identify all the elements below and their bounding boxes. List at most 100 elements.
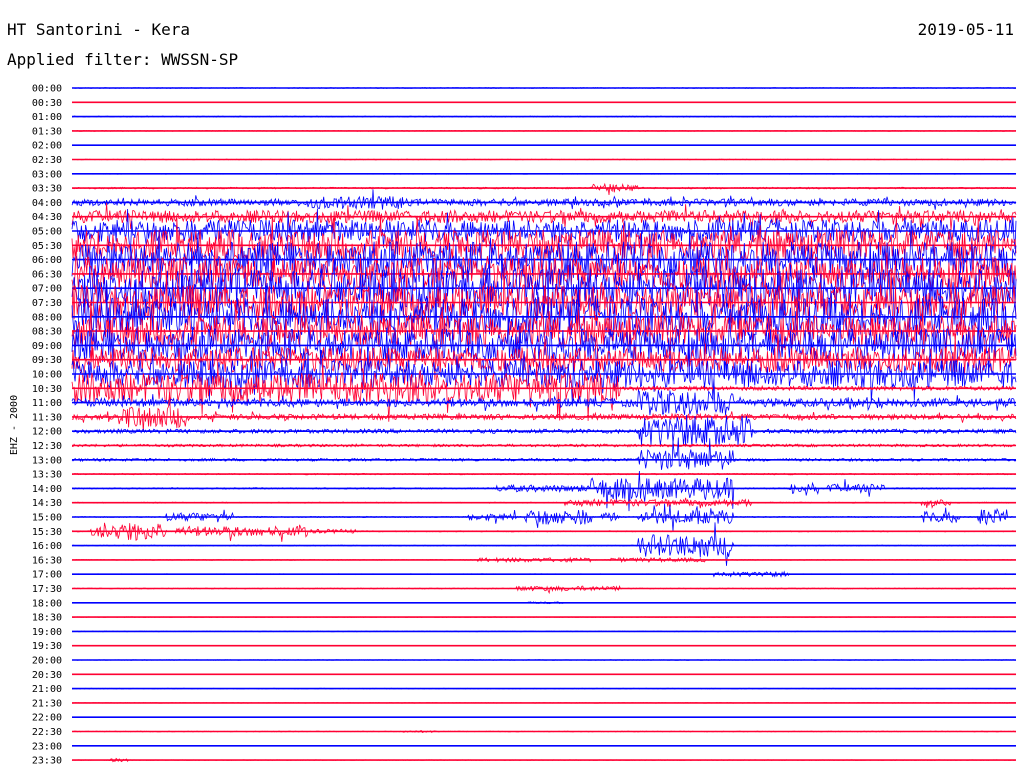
time-tick-label: 16:30: [32, 555, 62, 566]
time-tick-label: 06:30: [32, 269, 62, 280]
time-tick-label: 19:30: [32, 641, 62, 652]
trace-waveform: [72, 522, 1017, 542]
time-tick-label: 01:30: [32, 126, 62, 137]
time-tick-label: 15:30: [32, 527, 62, 538]
time-tick-label: 03:30: [32, 184, 62, 195]
trace-waveform: [71, 129, 1017, 132]
trace-row: [71, 630, 1017, 633]
time-tick-label: 23:00: [32, 741, 62, 752]
trace-waveform: [71, 357, 1016, 422]
trace-waveform: [71, 630, 1017, 633]
time-tick-label: 23:30: [32, 756, 62, 767]
seismogram-traces: [71, 87, 1017, 763]
time-tick-label: 03:00: [32, 169, 62, 180]
trace-row: [71, 716, 1017, 719]
time-tick-label: 08:00: [32, 312, 62, 323]
trace-row: [71, 172, 1017, 175]
trace-row: [71, 472, 1017, 476]
time-tick-label: 10:00: [32, 370, 62, 381]
trace-waveform: [71, 392, 1017, 433]
trace-row: [71, 601, 1017, 605]
trace-waveform: [71, 757, 1016, 763]
time-tick-label: 16:00: [32, 541, 62, 552]
trace-row: [71, 644, 1017, 647]
trace-waveform: [71, 644, 1017, 647]
time-tick-label: 06:00: [32, 255, 62, 266]
trace-row: [71, 87, 1017, 89]
time-tick-label: 00:30: [32, 98, 62, 109]
time-tick-label: 07:30: [32, 298, 62, 309]
trace-row: [71, 584, 1017, 595]
trace-row: [71, 687, 1017, 690]
trace-waveform: [71, 716, 1017, 718]
trace-row: [71, 570, 1017, 578]
trace-row: [71, 129, 1017, 132]
time-tick-label: 22:30: [32, 727, 62, 738]
trace-row: [71, 101, 1017, 104]
time-tick-label: 04:30: [32, 212, 62, 223]
time-tick-label: 07:00: [32, 284, 62, 295]
trace-row: [72, 158, 1017, 161]
time-tick-label: 19:00: [32, 627, 62, 638]
trace-row: [72, 702, 1017, 704]
trace-row: [71, 497, 1017, 509]
trace-row: [71, 443, 1017, 448]
trace-row: [71, 616, 1017, 618]
time-tick-label: 12:00: [32, 427, 62, 438]
trace-row: [71, 189, 1017, 210]
time-tick-label: 00:00: [32, 84, 62, 95]
trace-row: [72, 414, 1017, 447]
trace-row: [71, 144, 1017, 146]
time-tick-label: 12:30: [32, 441, 62, 452]
trace-row: [72, 115, 1017, 118]
time-tick-label: 17:30: [32, 584, 62, 595]
time-tick-label: 18:30: [32, 613, 62, 624]
trace-waveform: [71, 437, 1017, 470]
time-tick-label: 05:30: [32, 241, 62, 252]
time-tick-label: 22:00: [32, 713, 62, 724]
time-tick-label: 09:30: [32, 355, 62, 366]
time-tick-label: 15:00: [32, 513, 62, 524]
trace-row: [71, 470, 1017, 512]
time-tick-label: 18:00: [32, 598, 62, 609]
time-tick-label: 14:30: [32, 498, 62, 509]
time-tick-label: 11:30: [32, 412, 62, 423]
trace-row: [71, 556, 1016, 564]
time-tick-label: 13:30: [32, 470, 62, 481]
time-tick-label: 01:00: [32, 112, 62, 123]
time-tick-label: 20:00: [32, 656, 62, 667]
time-tick-label: 13:00: [32, 455, 62, 466]
trace-waveform: [71, 470, 1017, 512]
trace-row: [72, 522, 1017, 542]
trace-row: [71, 659, 1017, 661]
trace-waveform: [71, 189, 1017, 210]
time-tick-label: 04:00: [32, 198, 62, 209]
trace-row: [71, 730, 1017, 734]
trace-row: [71, 503, 1017, 532]
trace-row: [72, 673, 1017, 676]
time-tick-label: 21:00: [32, 684, 62, 695]
time-tick-label: 08:30: [32, 327, 62, 338]
time-tick-label: 02:30: [32, 155, 62, 166]
trace-waveform: [71, 584, 1017, 595]
time-tick-label: 21:30: [32, 698, 62, 709]
time-tick-label: 02:00: [32, 141, 62, 152]
time-tick-label: 05:00: [32, 227, 62, 238]
trace-row: [71, 357, 1016, 422]
trace-waveform: [71, 570, 1017, 578]
time-tick-label: 17:00: [32, 570, 62, 581]
time-tick-label: 14:00: [32, 484, 62, 495]
trace-row: [71, 182, 1017, 195]
trace-row: [71, 744, 1016, 747]
time-tick-label: 10:30: [32, 384, 62, 395]
time-tick-label: 20:30: [32, 670, 62, 681]
time-tick-label: 11:00: [32, 398, 62, 409]
time-tick-label: 09:00: [32, 341, 62, 352]
trace-row: [71, 757, 1016, 763]
trace-row: [71, 392, 1017, 433]
seismogram-plot: 00:00 00:30 01:00 01:30 02:00 02:30 03:00 03:30…: [9, 84, 1017, 767]
channel-label: EHZ - 2000: [9, 395, 20, 455]
trace-waveform: [71, 182, 1017, 195]
time-tick-labels: 00:00 00:30 01:00 01:30 02:00 02:30 03:00 03:30…: [32, 84, 62, 767]
trace-row: [71, 437, 1017, 470]
